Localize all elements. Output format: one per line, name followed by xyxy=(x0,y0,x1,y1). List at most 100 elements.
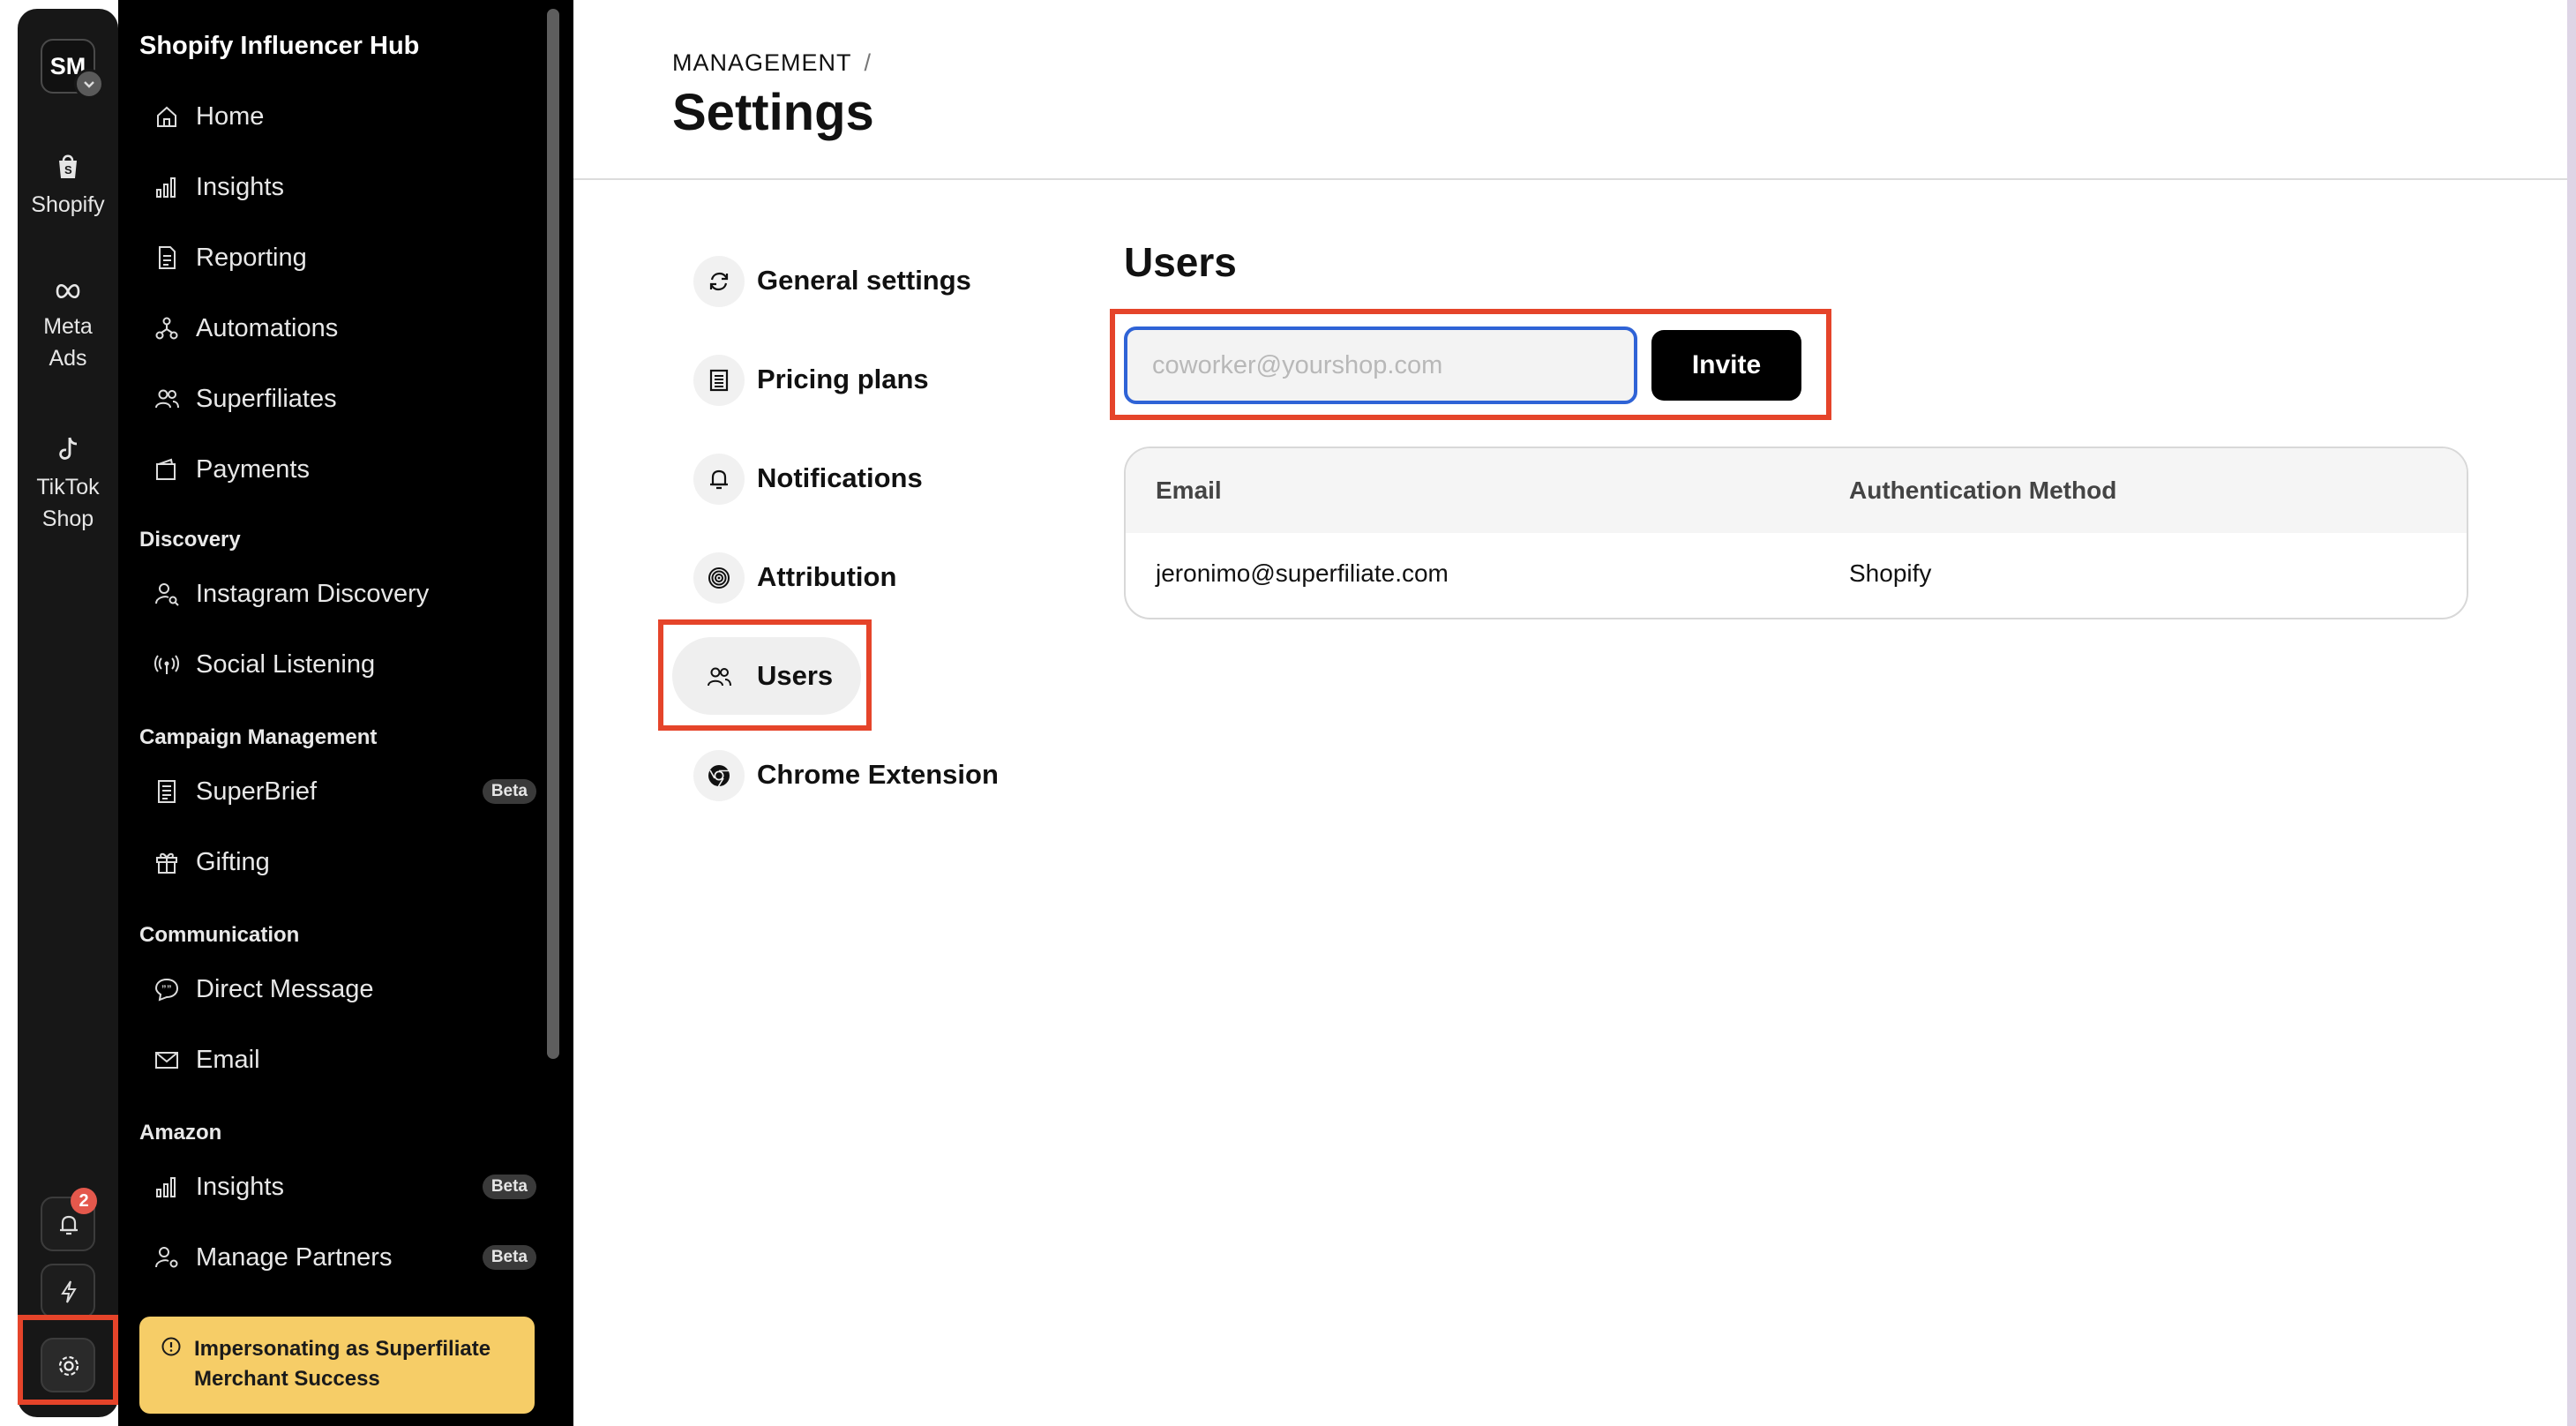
bar-chart-icon xyxy=(156,1177,176,1197)
column-header-auth-method[interactable]: Authentication Method xyxy=(1849,477,2116,505)
sidebar-item-email[interactable]: Email xyxy=(145,1033,559,1086)
user-auth-cell: Shopify xyxy=(1849,559,1932,587)
bar-chart-icon xyxy=(156,177,176,198)
sidebar-item-label: Reporting xyxy=(196,244,307,272)
header-divider xyxy=(573,178,2567,180)
users-table: Email Authentication Method jeronimo@sup… xyxy=(1124,447,2468,619)
sidebar-item-amazon-insights[interactable]: Insights Beta xyxy=(145,1160,559,1213)
brief-icon xyxy=(158,780,176,803)
svg-text:”: ” xyxy=(167,984,172,994)
envelope-icon xyxy=(155,1052,178,1069)
highlight-settings-button xyxy=(18,1315,118,1405)
bell-icon xyxy=(710,469,728,490)
app-rail: SM S Shopify Meta Ads TikTok Shop 2 xyxy=(18,9,118,1417)
broadcast-icon xyxy=(154,655,179,674)
sidebar-item-label: Instagram Discovery xyxy=(196,580,430,608)
sidebar-item-home[interactable]: Home xyxy=(145,90,559,143)
settings-menu-general[interactable]: General settings xyxy=(672,242,971,319)
breadcrumb: MANAGEMENT / xyxy=(672,49,872,77)
settings-menu-label: Pricing plans xyxy=(757,364,929,394)
refresh-icon xyxy=(709,272,729,291)
svg-text:S: S xyxy=(64,163,72,176)
target-icon xyxy=(708,567,730,589)
sidebar-item-manage-partners[interactable]: Manage Partners Beta xyxy=(145,1231,559,1284)
document-icon xyxy=(159,246,176,269)
chrome-icon xyxy=(708,765,730,787)
sidebar-item-label: Email xyxy=(196,1046,260,1074)
chevron-down-icon[interactable] xyxy=(74,69,104,99)
highlight-invite-form xyxy=(1110,309,1831,420)
rail-item-tiktok-shop[interactable]: TikTok Shop xyxy=(18,432,118,535)
sidebar-item-label: Home xyxy=(196,102,265,131)
breadcrumb-item[interactable]: MANAGEMENT xyxy=(672,49,852,76)
sidebar-item-automations[interactable]: Automations xyxy=(145,302,559,355)
sidebar-item-label: Insights xyxy=(196,173,284,201)
settings-menu-label: Chrome Extension xyxy=(757,759,999,790)
rail-label-shopify: Shopify xyxy=(31,192,105,217)
sidebar-scrollbar[interactable] xyxy=(547,9,559,1059)
sidebar-item-instagram-discovery[interactable]: Instagram Discovery xyxy=(145,567,559,620)
sidebar-item-label: Direct Message xyxy=(196,975,374,1003)
sidebar-item-label: Payments xyxy=(196,455,310,484)
settings-menu-label: General settings xyxy=(757,265,971,296)
settings-menu-notifications[interactable]: Notifications xyxy=(672,439,923,517)
sidebar-item-superbrief[interactable]: SuperBrief Beta xyxy=(145,765,559,818)
rail-label-meta-ads: Meta Ads xyxy=(43,314,93,371)
app-window: SM S Shopify Meta Ads TikTok Shop 2 Shop… xyxy=(0,0,2567,1426)
lightning-icon xyxy=(61,1280,77,1303)
sidebar-item-label: Manage Partners xyxy=(196,1243,393,1272)
section-amazon: Amazon xyxy=(139,1121,222,1145)
notification-count-badge: 2 xyxy=(71,1188,97,1214)
sidebar-item-label: Superfiliates xyxy=(196,385,337,413)
impersonation-notice: Impersonating as Superfiliate Merchant S… xyxy=(139,1317,535,1414)
sidebar-item-direct-message[interactable]: ”” Direct Message xyxy=(145,963,559,1016)
flow-icon xyxy=(155,317,178,340)
rail-item-meta-ads[interactable]: Meta Ads xyxy=(18,279,118,374)
receipt-icon xyxy=(709,369,729,392)
column-header-email[interactable]: Email xyxy=(1156,477,1222,505)
bell-icon xyxy=(60,1215,78,1235)
user-email-cell: jeronimo@superfiliate.com xyxy=(1156,559,1449,587)
section-communication: Communication xyxy=(139,923,300,947)
settings-menu-label: Notifications xyxy=(757,462,923,493)
info-circle-icon xyxy=(161,1337,181,1356)
settings-menu-label: Attribution xyxy=(757,561,897,592)
rail-item-shopify[interactable]: S Shopify xyxy=(18,150,118,221)
sidebar-item-social-listening[interactable]: Social Listening xyxy=(145,638,559,691)
tiktok-icon xyxy=(59,437,78,460)
breadcrumb-separator: / xyxy=(864,49,872,76)
sidebar-item-label: Insights xyxy=(196,1173,284,1201)
settings-menu-chrome-extension[interactable]: Chrome Extension xyxy=(672,736,999,814)
settings-menu-pricing[interactable]: Pricing plans xyxy=(672,341,929,418)
quick-actions-button[interactable] xyxy=(41,1264,95,1318)
section-campaign-management: Campaign Management xyxy=(139,725,378,749)
table-header xyxy=(1126,448,2467,533)
settings-menu-attribution[interactable]: Attribution xyxy=(672,538,896,616)
users-icon xyxy=(155,389,179,409)
section-discovery: Discovery xyxy=(139,528,241,552)
beta-badge: Beta xyxy=(482,1175,536,1199)
sidebar-item-reporting[interactable]: Reporting xyxy=(145,231,559,284)
sidebar-item-gifting[interactable]: Gifting xyxy=(145,836,559,889)
sidebar-item-payments[interactable]: Payments xyxy=(145,443,559,496)
sidebar-item-label: SuperBrief xyxy=(196,777,318,806)
highlight-users-menu xyxy=(658,619,872,731)
beta-badge: Beta xyxy=(482,1245,536,1270)
brand-title: Shopify Influencer Hub xyxy=(139,32,420,60)
sidebar-item-insights[interactable]: Insights xyxy=(145,161,559,214)
shopify-bag-icon: S xyxy=(59,154,77,178)
wallet-icon xyxy=(156,458,176,480)
gift-icon xyxy=(156,852,177,874)
impersonation-text: Impersonating as Superfiliate Merchant S… xyxy=(194,1337,491,1391)
chat-bubble-icon: ”” xyxy=(154,978,179,1002)
page-title: Settings xyxy=(672,84,874,141)
main-content: MANAGEMENT / Settings General settings Pr… xyxy=(573,0,2567,1426)
meta-infinity-icon xyxy=(56,283,80,299)
sidebar: Shopify Influencer Hub Home Insights Rep… xyxy=(118,0,573,1426)
user-search-icon xyxy=(155,583,179,606)
user-settings-icon xyxy=(155,1247,178,1268)
beta-badge: Beta xyxy=(482,779,536,804)
sidebar-item-superfiliates[interactable]: Superfiliates xyxy=(145,372,559,425)
home-icon xyxy=(157,106,176,127)
sidebar-item-label: Social Listening xyxy=(196,650,376,679)
